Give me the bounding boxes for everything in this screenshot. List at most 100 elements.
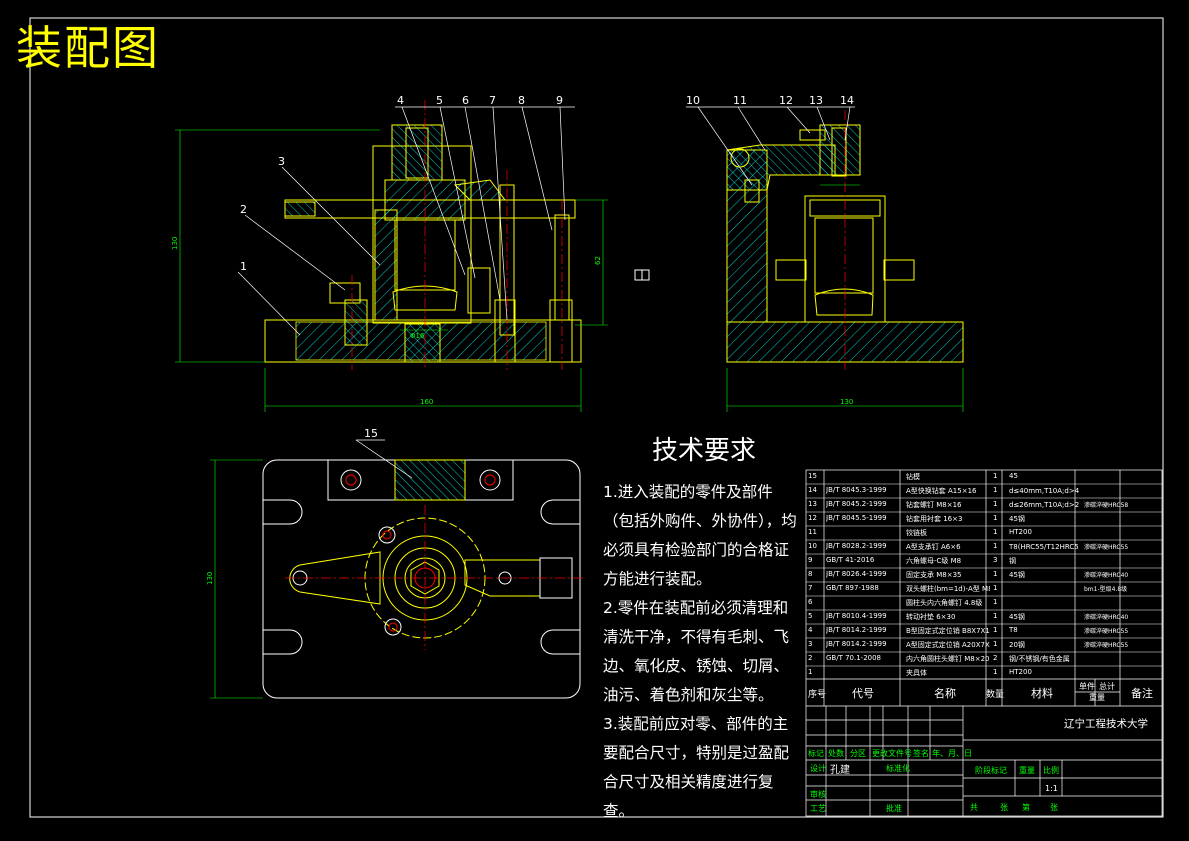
bom-cell-qty: 1 xyxy=(993,472,998,480)
bom-cell-qty: 1 xyxy=(993,542,998,550)
part-label-2: 2 xyxy=(240,203,247,216)
bom-cell-code: GB/T 897-1988 xyxy=(826,584,879,592)
dim-top-height: 130 xyxy=(206,572,214,585)
bom-cell-note: 渗碳淬硬HRC40 xyxy=(1084,614,1129,621)
tech-requirements-list: 1.进入装配的零件及部件（包括外购件、外协件），均必须具有检验部门的合格证方能进… xyxy=(603,478,803,826)
part-label-5: 5 xyxy=(436,94,443,107)
bom-cell-qty: 2 xyxy=(993,654,998,662)
bom-cell-num: 2 xyxy=(808,654,813,662)
bom-header-name: 名称 xyxy=(934,687,956,700)
bom-row: 8 JB/T 8026.4-1999 固定支承 M8×35 1 45钢 渗碳淬硬HRC40 xyxy=(806,569,1162,583)
bom-cell-qty: 1 xyxy=(993,598,998,606)
bom-cell-num: 14 xyxy=(808,486,817,494)
bom-cell-mat: 45钢 xyxy=(1009,613,1025,621)
bom-cell-code: JB/T 8045.2-1999 xyxy=(826,500,887,508)
bom-header-num: 序号 xyxy=(808,690,827,700)
bom-cell-name: 夹具体 xyxy=(906,669,927,677)
part-label-11: 11 xyxy=(733,94,747,107)
bom-cell-note: 渗碳淬硬HRC55 xyxy=(1084,642,1129,649)
bom-cell-num: 5 xyxy=(808,612,813,620)
bom-cell-name: A型支承钉 A6×6 xyxy=(906,543,961,551)
bom-cell-name: A型固定式定位销 A20X7X16 xyxy=(906,641,990,649)
tb-change-doc: 更改文件号 xyxy=(872,749,912,758)
dim-front-inner: 62 xyxy=(594,256,602,265)
bom-cell-mat: T8(HRC55/T12HRC55后渗碳) xyxy=(1009,543,1079,551)
bom-cell-name: 固定支承 M8×35 xyxy=(906,571,962,579)
bom-cell-mat: 45钢 xyxy=(1009,515,1025,523)
tb-design: 设计 xyxy=(810,764,826,773)
tb-sign: 签名 xyxy=(913,749,929,758)
bom-cell-note: 渗碳淬硬HRC40 xyxy=(1084,572,1129,579)
part-label-4: 4 xyxy=(397,94,404,107)
tb-mark: 标记 xyxy=(808,749,824,758)
tb-designer: 孔建 xyxy=(830,765,850,776)
bom-cell-mat: d≤26mm,T10A;d>26mm,20钢 xyxy=(1009,501,1079,509)
tb-count: 处数 xyxy=(828,749,844,758)
bom-cell-num: 8 xyxy=(808,570,813,578)
bom-cell-num: 1 xyxy=(808,668,813,676)
top-view xyxy=(210,439,585,699)
bom-cell-note: bm1-型级4.8级 xyxy=(1084,586,1128,593)
bom-cell-name: 钻套用衬套 16×3 xyxy=(906,515,963,523)
bom-header-code: 代号 xyxy=(852,687,874,700)
bom-row: 11 铰链板 1 HT200 xyxy=(806,527,1162,541)
bom-cell-name: 转动衬垫 6×30 xyxy=(906,613,956,621)
part-label-10: 10 xyxy=(686,94,700,107)
bom-cell-num: 6 xyxy=(808,598,813,606)
bom-header-qty: 数量 xyxy=(986,690,1005,700)
dim-front-width: 160 xyxy=(420,398,433,406)
bom-cell-qty: 3 xyxy=(993,556,998,564)
tb-date: 年、月、日 xyxy=(932,749,972,758)
part-label-9: 9 xyxy=(556,94,563,107)
bom-cell-num: 13 xyxy=(808,500,817,508)
bom-cell-name: 钻套螺钉 M8×16 xyxy=(906,501,962,509)
bom-cell-name: 双头螺柱(bm=1d)-A型 M8×35 xyxy=(906,585,990,593)
bom-header: 序号 代号 名称 数量 材料 单件 总计 重量 备注 xyxy=(806,682,1162,705)
bom-cell-mat: 钢 xyxy=(1009,557,1016,565)
part-label-15: 15 xyxy=(364,427,378,440)
bom-row: 10 JB/T 8028.2-1999 A型支承钉 A6×6 1 T8(HRC55/T1… xyxy=(806,541,1162,555)
bom-cell-qty: 1 xyxy=(993,640,998,648)
bom-row: 14 JB/T 8045.3-1999 A型快换钻套 A15×16 1 d≤40mm,T… xyxy=(806,485,1162,499)
bom-cell-qty: 1 xyxy=(993,500,998,508)
bom-cell-num: 3 xyxy=(808,640,813,648)
bom-cell-note: 渗碳淬硬HRC58 xyxy=(1084,502,1129,509)
tb-sheet: 第 xyxy=(1022,803,1030,812)
bom-cell-name: 铰链板 xyxy=(906,529,927,537)
bom-cell-code: GB/T 41-2016 xyxy=(826,556,875,564)
bom-cell-name: A型快换钻套 A15×16 xyxy=(906,487,977,495)
tb-sheets-unit: 张 xyxy=(1000,803,1008,812)
tech-requirement-item: 2.零件在装配前必须清理和清洗干净，不得有毛刺、飞边、氧化皮、锈蚀、切屑、油污、… xyxy=(603,599,790,704)
tb-scale: 比例 xyxy=(1043,766,1059,775)
part-label-7: 7 xyxy=(489,94,496,107)
bom-cell-mat: HT200 xyxy=(1009,668,1032,676)
bom-cell-mat: 45 xyxy=(1009,472,1018,480)
bom-header-note: 备注 xyxy=(1131,687,1153,700)
dim-front-height: 130 xyxy=(171,237,179,250)
bom-row: 7 GB/T 897-1988 双头螺柱(bm=1d)-A型 M8×351 bm1-型… xyxy=(806,583,1162,597)
bom-cell-qty: 1 xyxy=(993,514,998,522)
part-label-14: 14 xyxy=(840,94,854,107)
school-name: 辽宁工程技术大学 xyxy=(1064,718,1148,730)
drawing-sheet: 160 130 130 130 62 Φ16 1 2 3 4 5 6 7 8 9… xyxy=(29,17,1164,818)
tb-sheet-unit: 张 xyxy=(1050,803,1058,812)
tb-stage: 阶段标记 xyxy=(975,766,1007,775)
bom-row: 12 JB/T 8045.5-1999 钻套用衬套 16×3 1 45钢 xyxy=(806,513,1162,527)
part-label-8: 8 xyxy=(518,94,525,107)
bom-cell-code: JB/T 8045.5-1999 xyxy=(826,514,887,522)
part-label-13: 13 xyxy=(809,94,823,107)
bom-cell-mat: 45钢 xyxy=(1009,571,1025,579)
tech-requirement-item: 3.装配前应对零、部件的主要配合尺寸，特别是过盈配合尺寸及相关精度进行复查。 xyxy=(603,715,790,820)
bom-cell-code: JB/T 8010.4-1999 xyxy=(826,612,887,620)
bom-row: 4 JB/T 8014.2-1999 B型固定式定位销 B8X7X10 1 T8 渗碳淬硬… xyxy=(806,625,1162,639)
tb-approve: 批准 xyxy=(886,804,902,813)
bom-cell-num: 15 xyxy=(808,472,817,480)
bom-cell-mat: 20钢 xyxy=(1009,641,1025,649)
tb-total-sheets: 共 xyxy=(970,803,978,812)
part-label-12: 12 xyxy=(779,94,793,107)
tech-requirements-heading: 技术要求 xyxy=(652,436,757,466)
bom-row: 5 JB/T 8010.4-1999 转动衬垫 6×30 1 45钢 渗碳淬硬HRC40 xyxy=(806,611,1162,625)
side-view xyxy=(686,106,964,412)
tb-scale-value: 1:1 xyxy=(1045,784,1058,793)
bom-row: 2 GB/T 70.1-2008 内六角圆柱头螺钉 M8×20 2 钢/不锈钢/有色金属 xyxy=(806,653,1162,667)
